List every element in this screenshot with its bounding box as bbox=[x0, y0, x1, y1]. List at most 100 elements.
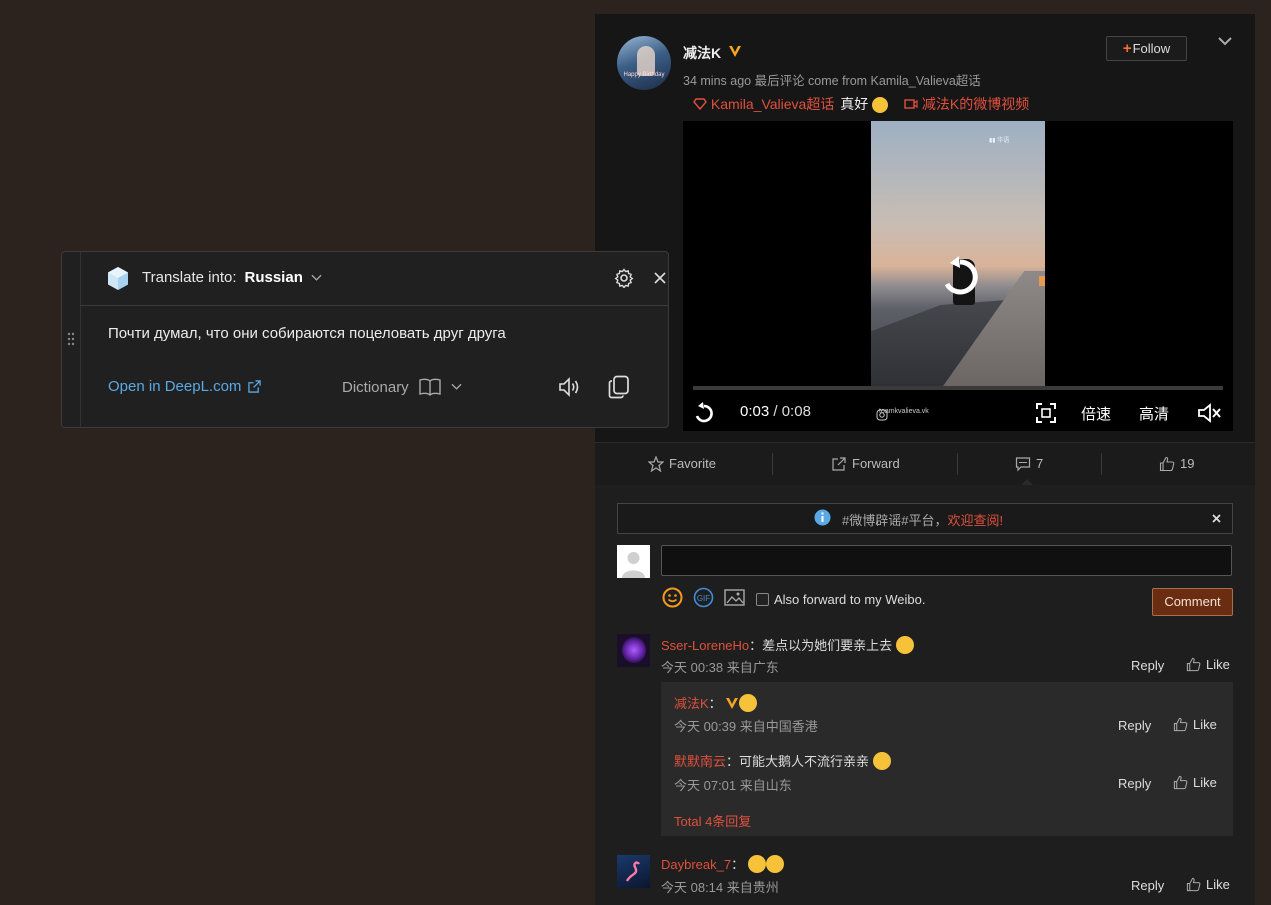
video-icon bbox=[904, 99, 918, 109]
svg-text:GIF: GIF bbox=[697, 594, 710, 603]
video-player[interactable]: ▮▮ 华语 toamkvalieva.vk 0:03 / 0:08 倍速 高清 bbox=[683, 121, 1233, 431]
video-frame: ▮▮ 华语 toamkvalieva.vk bbox=[871, 121, 1045, 415]
share-icon bbox=[832, 457, 846, 471]
reply-1: 减法K： bbox=[674, 693, 758, 712]
comment-icon bbox=[1015, 457, 1031, 472]
reply-time: 今天 00:39 来自中国香港 bbox=[674, 719, 818, 734]
mute-icon[interactable] bbox=[1197, 402, 1223, 424]
comment-2: Daybreak_7： bbox=[661, 854, 784, 873]
external-link-icon bbox=[248, 380, 262, 393]
like-comment-button[interactable]: Like bbox=[1186, 877, 1230, 892]
deepl-translate-panel: Translate into: Russian Почти думал, что … bbox=[61, 251, 669, 428]
video-link[interactable]: 减法K的微博视频 bbox=[922, 96, 1029, 112]
comment-submit-button[interactable]: Comment bbox=[1152, 588, 1233, 616]
forward-checkbox[interactable]: Also forward to my Weibo. bbox=[756, 592, 925, 607]
chevron-down-icon bbox=[451, 383, 462, 390]
forward-button[interactable]: Forward bbox=[831, 443, 900, 485]
gear-icon[interactable] bbox=[614, 268, 634, 288]
thumbs-up-icon bbox=[1173, 717, 1188, 732]
verified-icon bbox=[729, 46, 741, 57]
grip-icon bbox=[67, 332, 75, 346]
topic-link[interactable]: Kamila_Valieva超话 bbox=[711, 96, 834, 112]
divider bbox=[957, 453, 958, 475]
reply-author[interactable]: 减法K bbox=[674, 696, 709, 711]
chevron-down-icon bbox=[311, 274, 322, 281]
commenter-avatar[interactable] bbox=[617, 855, 650, 888]
reply-button[interactable]: Reply bbox=[1131, 878, 1164, 893]
close-notice-icon[interactable] bbox=[1212, 514, 1221, 523]
thumbs-up-icon bbox=[1173, 775, 1188, 790]
commenter-avatar[interactable] bbox=[617, 634, 650, 667]
dog-emoji bbox=[895, 636, 914, 654]
active-pointer bbox=[1021, 479, 1033, 485]
video-watermark: toamkvalieva.vk bbox=[879, 408, 929, 415]
info-icon bbox=[814, 509, 831, 526]
comment-input[interactable] bbox=[661, 545, 1232, 576]
reply-author[interactable]: 默默南云 bbox=[674, 754, 726, 769]
translation-text: Почти думал, что они собираются поцелова… bbox=[108, 325, 506, 342]
gif-icon[interactable]: GIF bbox=[693, 587, 714, 608]
video-light bbox=[1039, 276, 1045, 286]
hug-emoji bbox=[765, 855, 784, 873]
like-reply-button[interactable]: Like bbox=[1173, 775, 1217, 790]
quality-button[interactable]: 高清 bbox=[1139, 403, 1169, 424]
post-body: Happy Birthday 减法K 34 mins ago 最后评论 come… bbox=[595, 14, 1255, 442]
author-avatar[interactable]: Happy Birthday bbox=[617, 36, 671, 90]
divider bbox=[1101, 453, 1102, 475]
emoji-icon[interactable] bbox=[662, 587, 683, 608]
post-text: 真好 bbox=[840, 96, 869, 112]
notice-link[interactable]: 欢迎查阅! bbox=[947, 513, 1003, 528]
fullscreen-icon[interactable] bbox=[1035, 402, 1057, 424]
verified-icon bbox=[726, 698, 739, 709]
like-post-button[interactable]: 19 bbox=[1159, 443, 1194, 485]
reply-button[interactable]: Reply bbox=[1118, 718, 1151, 733]
comment-time: 今天 08:14 来自贵州 bbox=[661, 880, 779, 895]
diamond-icon bbox=[693, 98, 707, 110]
post-meta: 34 mins ago 最后评论 come from Kamila_Valiev… bbox=[683, 74, 981, 88]
reply-text: 可能大鹅人不流行亲亲 bbox=[739, 754, 870, 769]
reply-button[interactable]: Reply bbox=[1118, 776, 1151, 791]
dictionary-toggle[interactable]: Dictionary bbox=[342, 378, 462, 396]
dizzy-emoji bbox=[747, 855, 766, 873]
post-action-bar: Favorite Forward 7 19 bbox=[595, 442, 1255, 485]
copy-icon[interactable] bbox=[608, 375, 630, 399]
drag-handle[interactable] bbox=[62, 252, 81, 427]
reply-2: 默默南云：可能大鹅人不流行亲亲 bbox=[674, 751, 891, 770]
my-avatar bbox=[617, 545, 650, 578]
open-in-deepl-link[interactable]: Open in DeepL.com bbox=[108, 378, 262, 395]
book-icon bbox=[418, 378, 441, 396]
deepl-logo-icon bbox=[108, 267, 128, 290]
author-name[interactable]: 减法K bbox=[683, 43, 721, 63]
video-time: 0:03 / 0:08 bbox=[740, 403, 811, 420]
commenter-name[interactable]: Sser-LoreneHo bbox=[661, 638, 749, 653]
comment-time: 今天 00:38 来自广东 bbox=[661, 660, 779, 675]
like-comment-button[interactable]: Like bbox=[1186, 657, 1230, 672]
speed-button[interactable]: 倍速 bbox=[1081, 403, 1111, 424]
star-icon bbox=[648, 456, 664, 472]
chevron-down-icon[interactable] bbox=[1216, 34, 1234, 48]
laughing-emoji bbox=[739, 694, 758, 712]
image-icon[interactable] bbox=[724, 589, 745, 606]
thumbs-up-icon bbox=[1159, 456, 1175, 472]
rumor-notice: #微博辟谣#平台，欢迎查阅! bbox=[617, 503, 1233, 534]
close-icon[interactable] bbox=[654, 272, 666, 284]
like-reply-button[interactable]: Like bbox=[1173, 717, 1217, 732]
reply-time: 今天 07:01 来自山东 bbox=[674, 778, 792, 793]
replay-icon[interactable] bbox=[939, 256, 981, 298]
favorite-button[interactable]: Favorite bbox=[648, 443, 716, 485]
speaker-icon[interactable] bbox=[558, 376, 582, 398]
heart-eyes-emoji bbox=[872, 97, 889, 113]
post-tags: Kamila_Valieva超话 真好 减法K的微博视频 bbox=[693, 94, 1029, 114]
checkbox[interactable] bbox=[756, 593, 769, 606]
commenter-name[interactable]: Daybreak_7 bbox=[661, 857, 731, 872]
total-replies-link[interactable]: Total 4条回复 bbox=[674, 811, 751, 830]
reply-button[interactable]: Reply bbox=[1131, 658, 1164, 673]
dog-emoji bbox=[872, 752, 891, 770]
replay-small-icon[interactable] bbox=[693, 402, 715, 424]
deepl-header: Translate into: Russian bbox=[80, 252, 668, 306]
language-selector[interactable]: Translate into: Russian bbox=[142, 269, 322, 286]
video-progress-bar[interactable] bbox=[693, 386, 1223, 390]
follow-button[interactable]: +Follow bbox=[1106, 36, 1187, 61]
thumbs-up-icon bbox=[1186, 657, 1201, 672]
comment-text: 差点以为她们要亲上去 bbox=[762, 638, 893, 653]
